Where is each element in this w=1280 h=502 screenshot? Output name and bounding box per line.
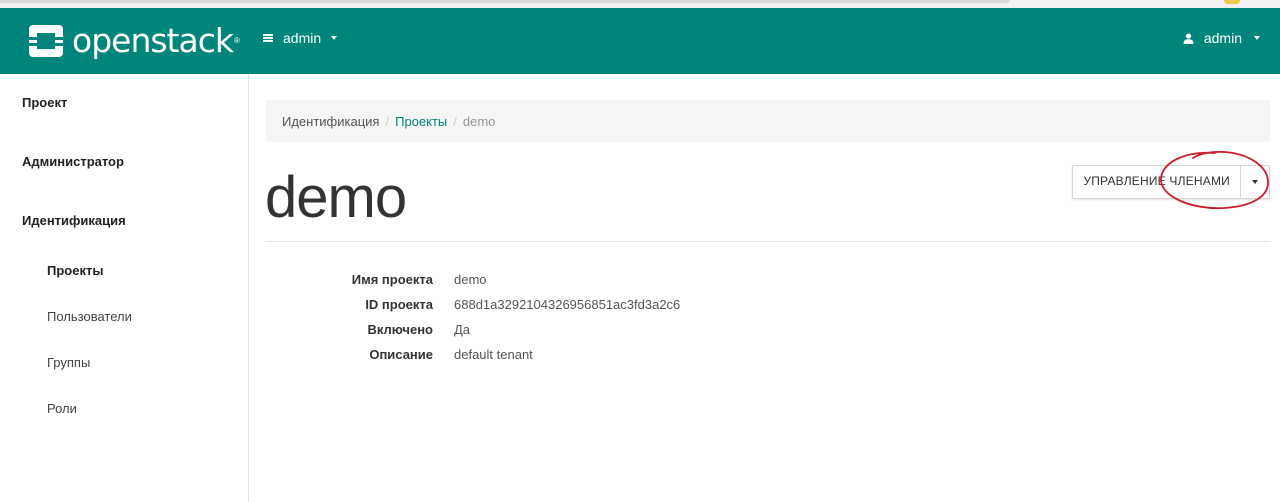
browser-icon-edge xyxy=(1224,0,1240,4)
project-switcher-label: admin xyxy=(283,30,322,46)
project-switcher-dropdown[interactable]: admin xyxy=(263,30,338,46)
chevron-down-icon xyxy=(331,36,338,40)
sidebar-item-projects[interactable]: Проекты xyxy=(47,263,103,278)
brand-registered-mark: ® xyxy=(233,36,240,45)
detail-value-project-name: demo xyxy=(454,272,487,287)
detail-term-description: Описание xyxy=(369,347,433,362)
breadcrumb: Идентификация / Проекты / demo xyxy=(266,100,1270,142)
chevron-down-icon xyxy=(1254,36,1260,40)
brand-name: openstack xyxy=(72,21,234,60)
breadcrumb-separator: / xyxy=(385,113,390,129)
top-navbar: openstack ® admin admin xyxy=(0,8,1280,74)
title-divider xyxy=(266,241,1270,242)
sidebar-section-project[interactable]: Проект xyxy=(22,95,67,110)
sidebar-item-users[interactable]: Пользователи xyxy=(47,309,132,324)
chevron-down-icon xyxy=(1252,180,1258,184)
breadcrumb-item-identity: Идентификация xyxy=(282,113,380,129)
browser-top-strip xyxy=(0,0,1280,8)
detail-term-enabled: Включено xyxy=(367,322,434,337)
detail-term-project-name: Имя проекта xyxy=(351,272,433,287)
actions-dropdown-toggle[interactable] xyxy=(1240,166,1269,198)
openstack-logo-icon xyxy=(29,25,63,57)
sidebar-item-roles[interactable]: Роли xyxy=(47,401,77,416)
detail-value-description: default tenant xyxy=(454,347,533,362)
user-menu-label: admin xyxy=(1203,30,1242,46)
openstack-logo[interactable]: openstack ® xyxy=(28,21,240,61)
breadcrumb-item-current: demo xyxy=(462,113,496,129)
sidebar: Проект Администратор Идентификация Проек… xyxy=(0,74,249,502)
breadcrumb-link-projects[interactable]: Проекты xyxy=(395,114,447,129)
manage-members-button-group: УПРАВЛЕНИЕ ЧЛЕНАМИ xyxy=(1072,165,1270,199)
project-list-icon xyxy=(263,34,273,42)
detail-term-project-id: ID проекта xyxy=(365,297,433,312)
detail-value-project-id: 688d1a3292104326956851ac3fd3a2c6 xyxy=(454,297,681,312)
user-menu-dropdown[interactable]: admin xyxy=(1183,30,1260,46)
sidebar-section-admin[interactable]: Администратор xyxy=(22,154,124,169)
browser-address-bar-edge xyxy=(0,0,1010,3)
user-icon xyxy=(1183,32,1194,44)
sidebar-section-identity[interactable]: Идентификация xyxy=(22,213,126,228)
manage-members-button[interactable]: УПРАВЛЕНИЕ ЧЛЕНАМИ xyxy=(1073,166,1240,198)
detail-value-enabled: Да xyxy=(454,322,471,337)
sidebar-item-groups[interactable]: Группы xyxy=(47,355,90,370)
page-title: demo xyxy=(265,165,407,230)
breadcrumb-separator: / xyxy=(453,113,457,129)
